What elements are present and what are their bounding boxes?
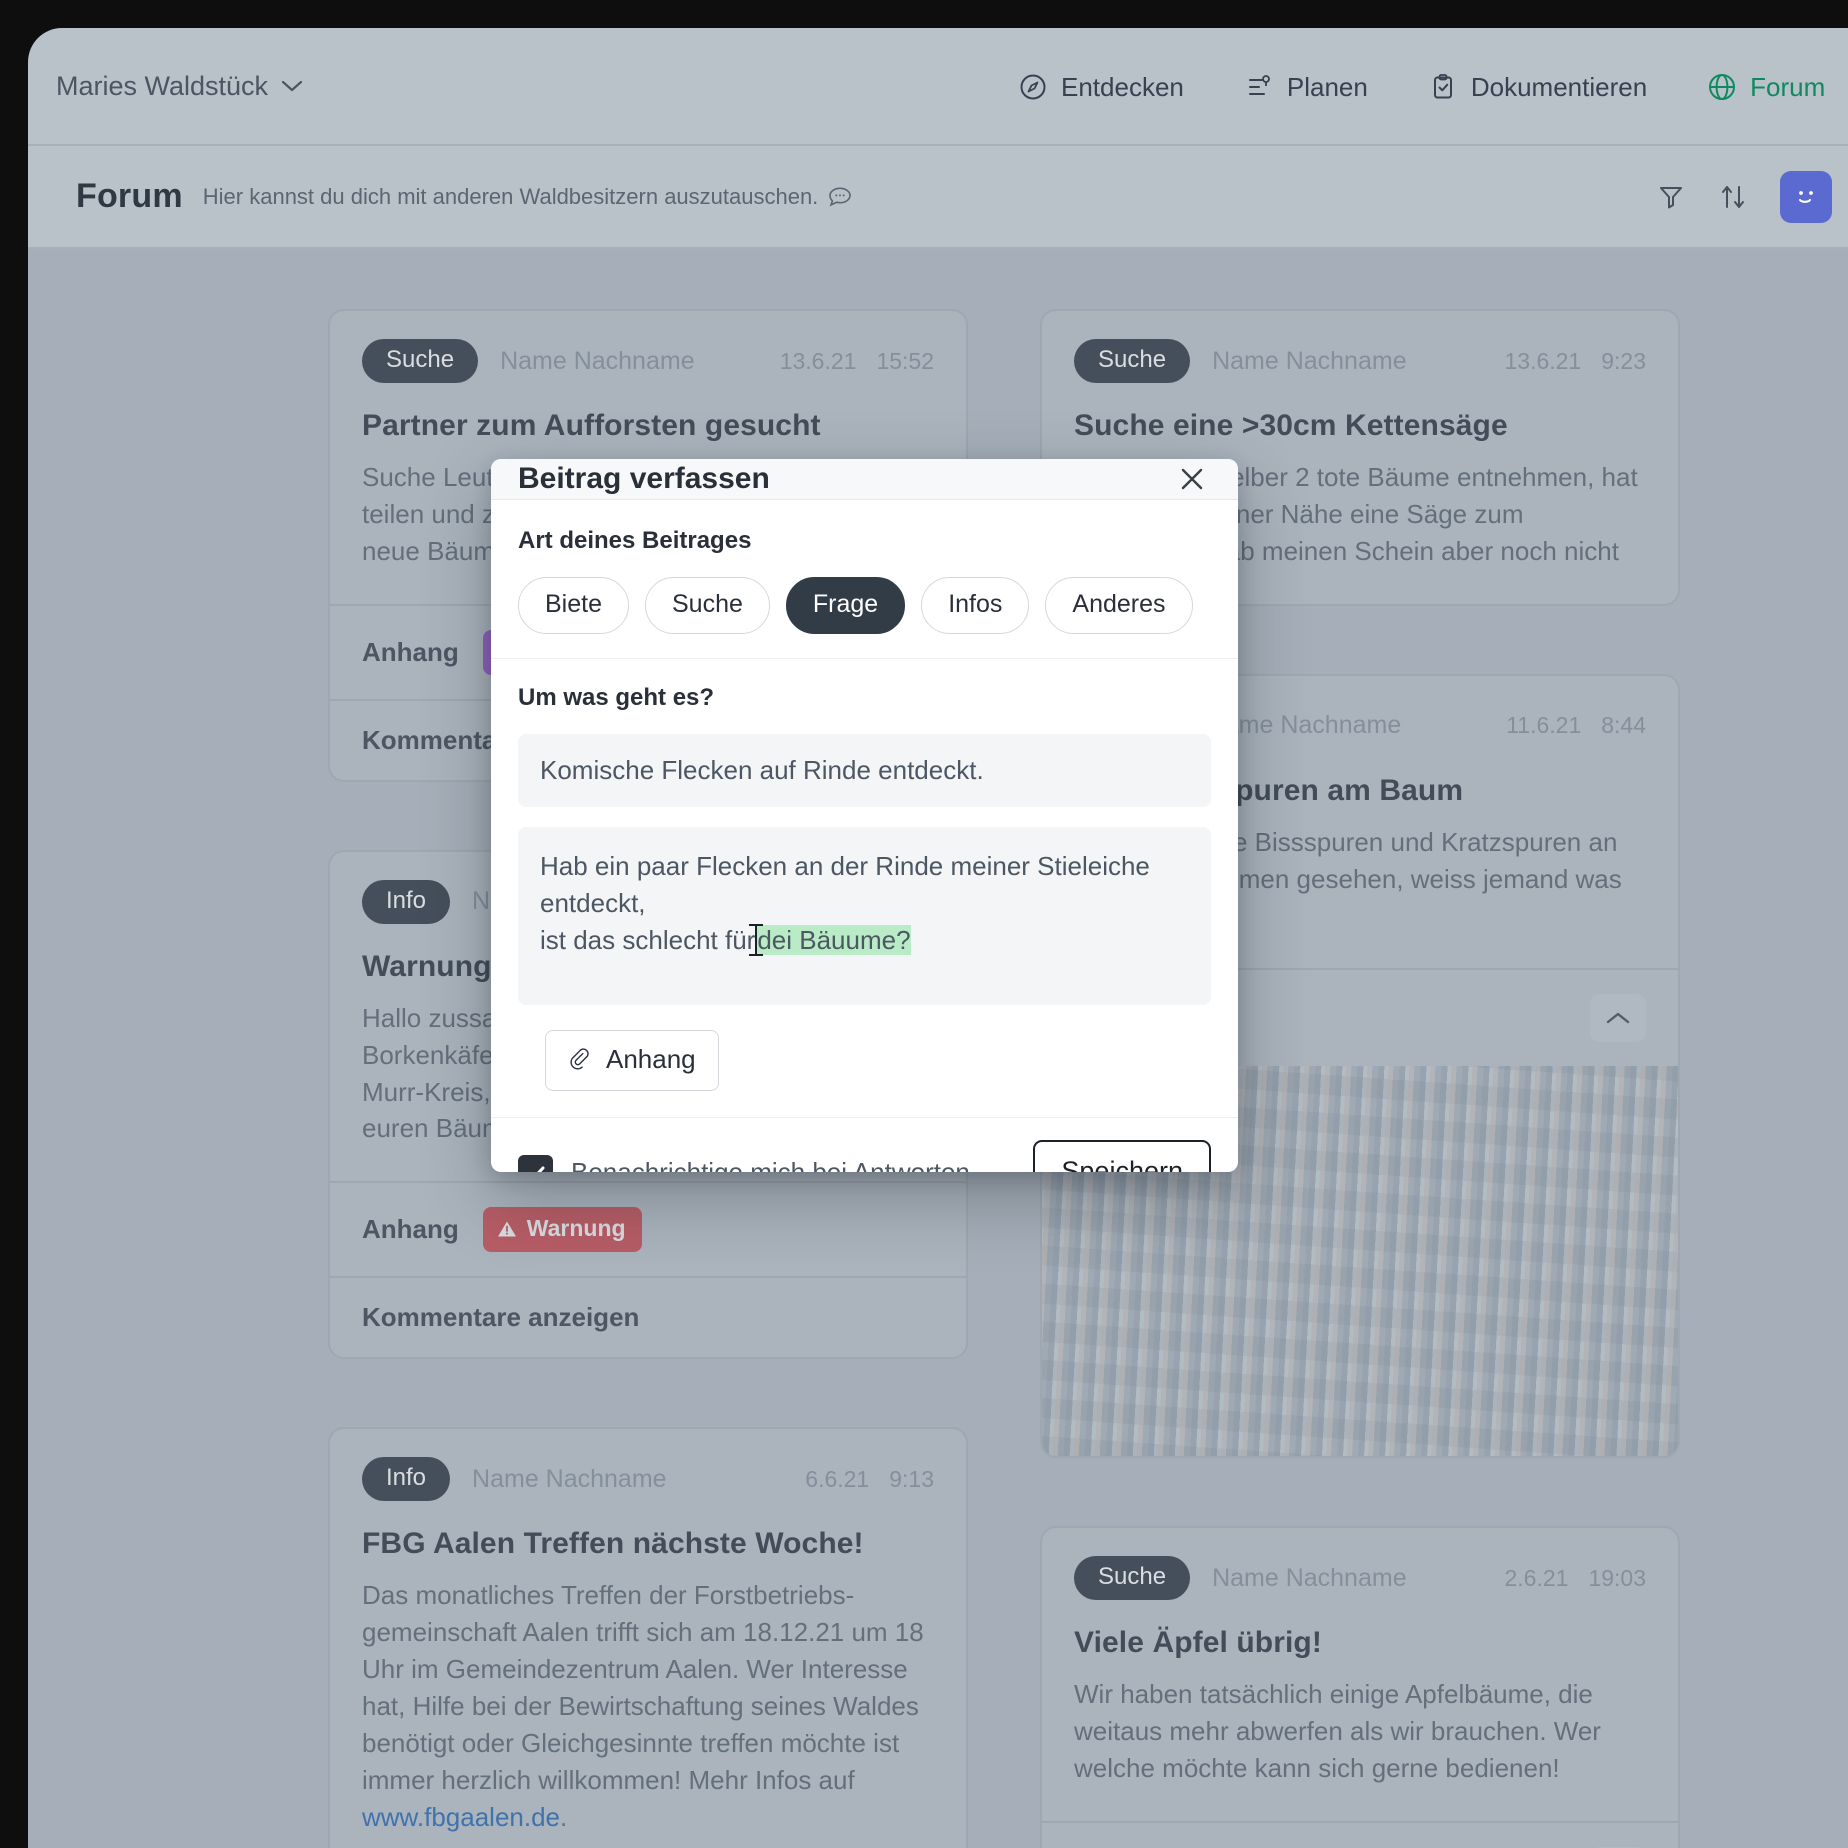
attachment-button-label: Anhang	[606, 1044, 696, 1074]
post-type-options: Biete Suche Frage Infos Anderes	[518, 577, 1211, 634]
nav-label: Dokumentieren	[1470, 71, 1648, 102]
app-window: Maries Waldstück Entdecken Planen Dokume…	[28, 28, 1848, 1848]
type-option-infos[interactable]: Infos	[921, 577, 1030, 634]
close-icon[interactable]	[1172, 459, 1212, 499]
page-subtitle: Hier kannst du dich mit anderen Waldbesi…	[202, 183, 819, 209]
filter-icon[interactable]	[1656, 182, 1686, 212]
type-option-biete[interactable]: Biete	[518, 577, 629, 634]
clipboard-check-icon	[1428, 72, 1458, 102]
dialog-title: Beitrag verfassen	[518, 462, 770, 495]
sort-icon[interactable]	[1718, 182, 1748, 212]
type-option-anderes[interactable]: Anderes	[1045, 577, 1193, 634]
selected-text: dei Bäuume?	[757, 924, 911, 955]
post-type-label: Art deines Beitrages	[518, 527, 752, 554]
attachment-button[interactable]: Anhang	[545, 1030, 719, 1091]
page-header: Forum Hier kannst du dich mit anderen Wa…	[28, 146, 1848, 249]
page-title: Forum	[76, 177, 183, 215]
post-type-section: Art deines Beitrages Biete Suche Frage I…	[491, 500, 1238, 659]
body-line-1: Hab ein paar Flecken an der Rinde meiner…	[540, 851, 1150, 918]
nav-item-planen[interactable]: Planen	[1244, 72, 1368, 103]
nav-item-entdecken[interactable]: Entdecken	[1018, 72, 1184, 103]
compose-post-dialog: Beitrag verfassen Art deines Beitrages B…	[491, 459, 1238, 1172]
nav-items: Entdecken Planen Dokumentieren Forum	[1018, 28, 1825, 146]
plan-icon	[1244, 72, 1274, 102]
topic-label: Um was geht es?	[518, 684, 715, 711]
dialog-header: Beitrag verfassen	[491, 459, 1238, 500]
nav-item-dokumentieren[interactable]: Dokumentieren	[1428, 72, 1647, 103]
header-actions	[1656, 170, 1832, 223]
top-navigation: Maries Waldstück Entdecken Planen Dokume…	[28, 28, 1848, 146]
speech-bubble-icon	[828, 186, 852, 208]
page-subtitle-wrap: Hier kannst du dich mit anderen Waldbesi…	[203, 184, 853, 210]
post-content-section: Um was geht es? Komische Flecken auf Rin…	[491, 659, 1238, 1091]
compass-icon	[1018, 72, 1048, 102]
nav-item-forum[interactable]: Forum	[1707, 72, 1825, 103]
forest-selector[interactable]: Maries Waldstück	[56, 71, 303, 102]
nav-label: Forum	[1750, 71, 1826, 102]
post-body-input[interactable]: Hab ein paar Flecken an der Rinde meiner…	[518, 827, 1211, 1005]
type-option-suche[interactable]: Suche	[644, 577, 770, 634]
nav-label: Entdecken	[1061, 71, 1184, 102]
notify-checkbox[interactable]	[518, 1155, 553, 1172]
forest-name: Maries Waldstück	[56, 70, 269, 101]
nav-label: Planen	[1286, 71, 1368, 102]
paperclip-icon	[566, 1047, 592, 1073]
save-button[interactable]: Speichern	[1033, 1140, 1211, 1172]
avatar[interactable]	[1780, 170, 1832, 223]
chevron-down-icon	[281, 79, 303, 93]
text-cursor	[749, 923, 764, 956]
type-option-frage[interactable]: Frage	[785, 577, 906, 634]
post-title-input[interactable]: Komische Flecken auf Rinde entdeckt.	[518, 734, 1211, 807]
body-line-2-prefix: ist das schlecht für	[540, 924, 756, 955]
globe-icon	[1707, 72, 1737, 102]
dialog-footer: Benachrichtige mich bei Antworten Speich…	[491, 1117, 1238, 1172]
notify-label: Benachrichtige mich bei Antworten	[571, 1157, 970, 1172]
